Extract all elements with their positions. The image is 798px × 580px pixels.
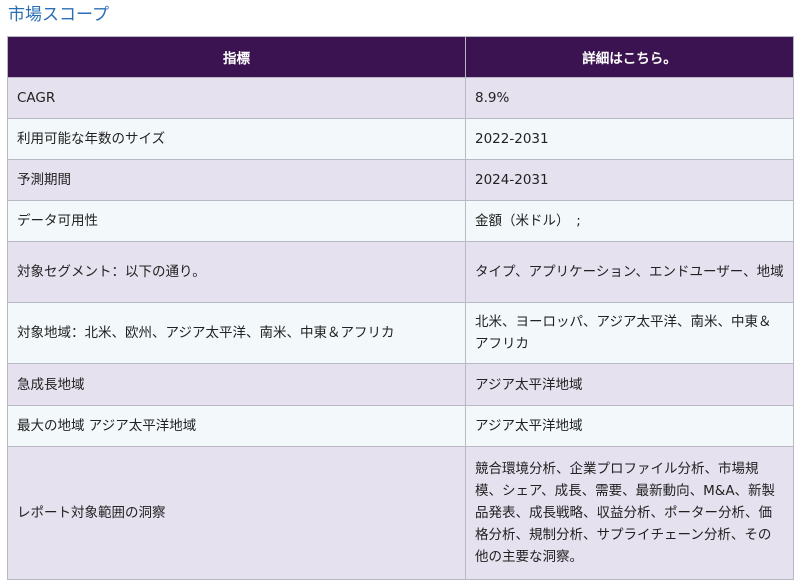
table-row: 予測期間 2024-2031	[7, 159, 794, 201]
metric-cell: 対象セグメント：以下の通り。	[7, 241, 466, 303]
detail-cell: アジア太平洋地域	[465, 405, 794, 447]
detail-cell: タイプ、アプリケーション、エンドユーザー、地域	[465, 241, 794, 303]
detail-cell: 2024-2031	[465, 159, 794, 201]
metric-cell: レポート対象範囲の洞察	[7, 446, 466, 580]
metric-cell: データ可用性	[7, 200, 466, 242]
table-row: 対象地域：北米、欧州、アジア太平洋、南米、中東＆アフリカ 北米、ヨーロッパ、アジ…	[7, 302, 794, 364]
metric-cell: 予測期間	[7, 159, 466, 201]
detail-cell: 競合環境分析、企業プロファイル分析、市場規模、シェア、成長、需要、最新動向、M&…	[465, 446, 794, 580]
column-header-details: 詳細はこちら。	[465, 36, 794, 78]
column-header-metric: 指標	[7, 36, 466, 78]
table-row: 対象セグメント：以下の通り。 タイプ、アプリケーション、エンドユーザー、地域	[7, 241, 794, 303]
table-row: CAGR 8.9%	[7, 77, 794, 119]
table-row: 急成長地域 アジア太平洋地域	[7, 363, 794, 406]
detail-cell: 2022-2031	[465, 118, 794, 160]
table-row: 利用可能な年数のサイズ 2022-2031	[7, 118, 794, 160]
metric-cell: CAGR	[7, 77, 466, 119]
detail-cell: 8.9%	[465, 77, 794, 119]
table-row: データ可用性 金額（米ドル） ;	[7, 200, 794, 242]
detail-cell: アジア太平洋地域	[465, 363, 794, 406]
metric-cell: 対象地域：北米、欧州、アジア太平洋、南米、中東＆アフリカ	[7, 302, 466, 364]
metric-cell: 急成長地域	[7, 363, 466, 406]
detail-cell: 金額（米ドル） ;	[465, 200, 794, 242]
metric-cell: 利用可能な年数のサイズ	[7, 118, 466, 160]
table-row: レポート対象範囲の洞察 競合環境分析、企業プロファイル分析、市場規模、シェア、成…	[7, 446, 794, 580]
table-row: 最大の地域 アジア太平洋地域 アジア太平洋地域	[7, 405, 794, 447]
section-heading: 市場スコープ	[8, 5, 109, 25]
market-scope-table: 指標 詳細はこちら。 CAGR 8.9% 利用可能な年数のサイズ 2022-20…	[7, 36, 794, 580]
metric-cell: 最大の地域 アジア太平洋地域	[7, 405, 466, 447]
table-header-row: 指標 詳細はこちら。	[7, 36, 794, 78]
detail-cell: 北米、ヨーロッパ、アジア太平洋、南米、中東＆アフリカ	[465, 302, 794, 364]
